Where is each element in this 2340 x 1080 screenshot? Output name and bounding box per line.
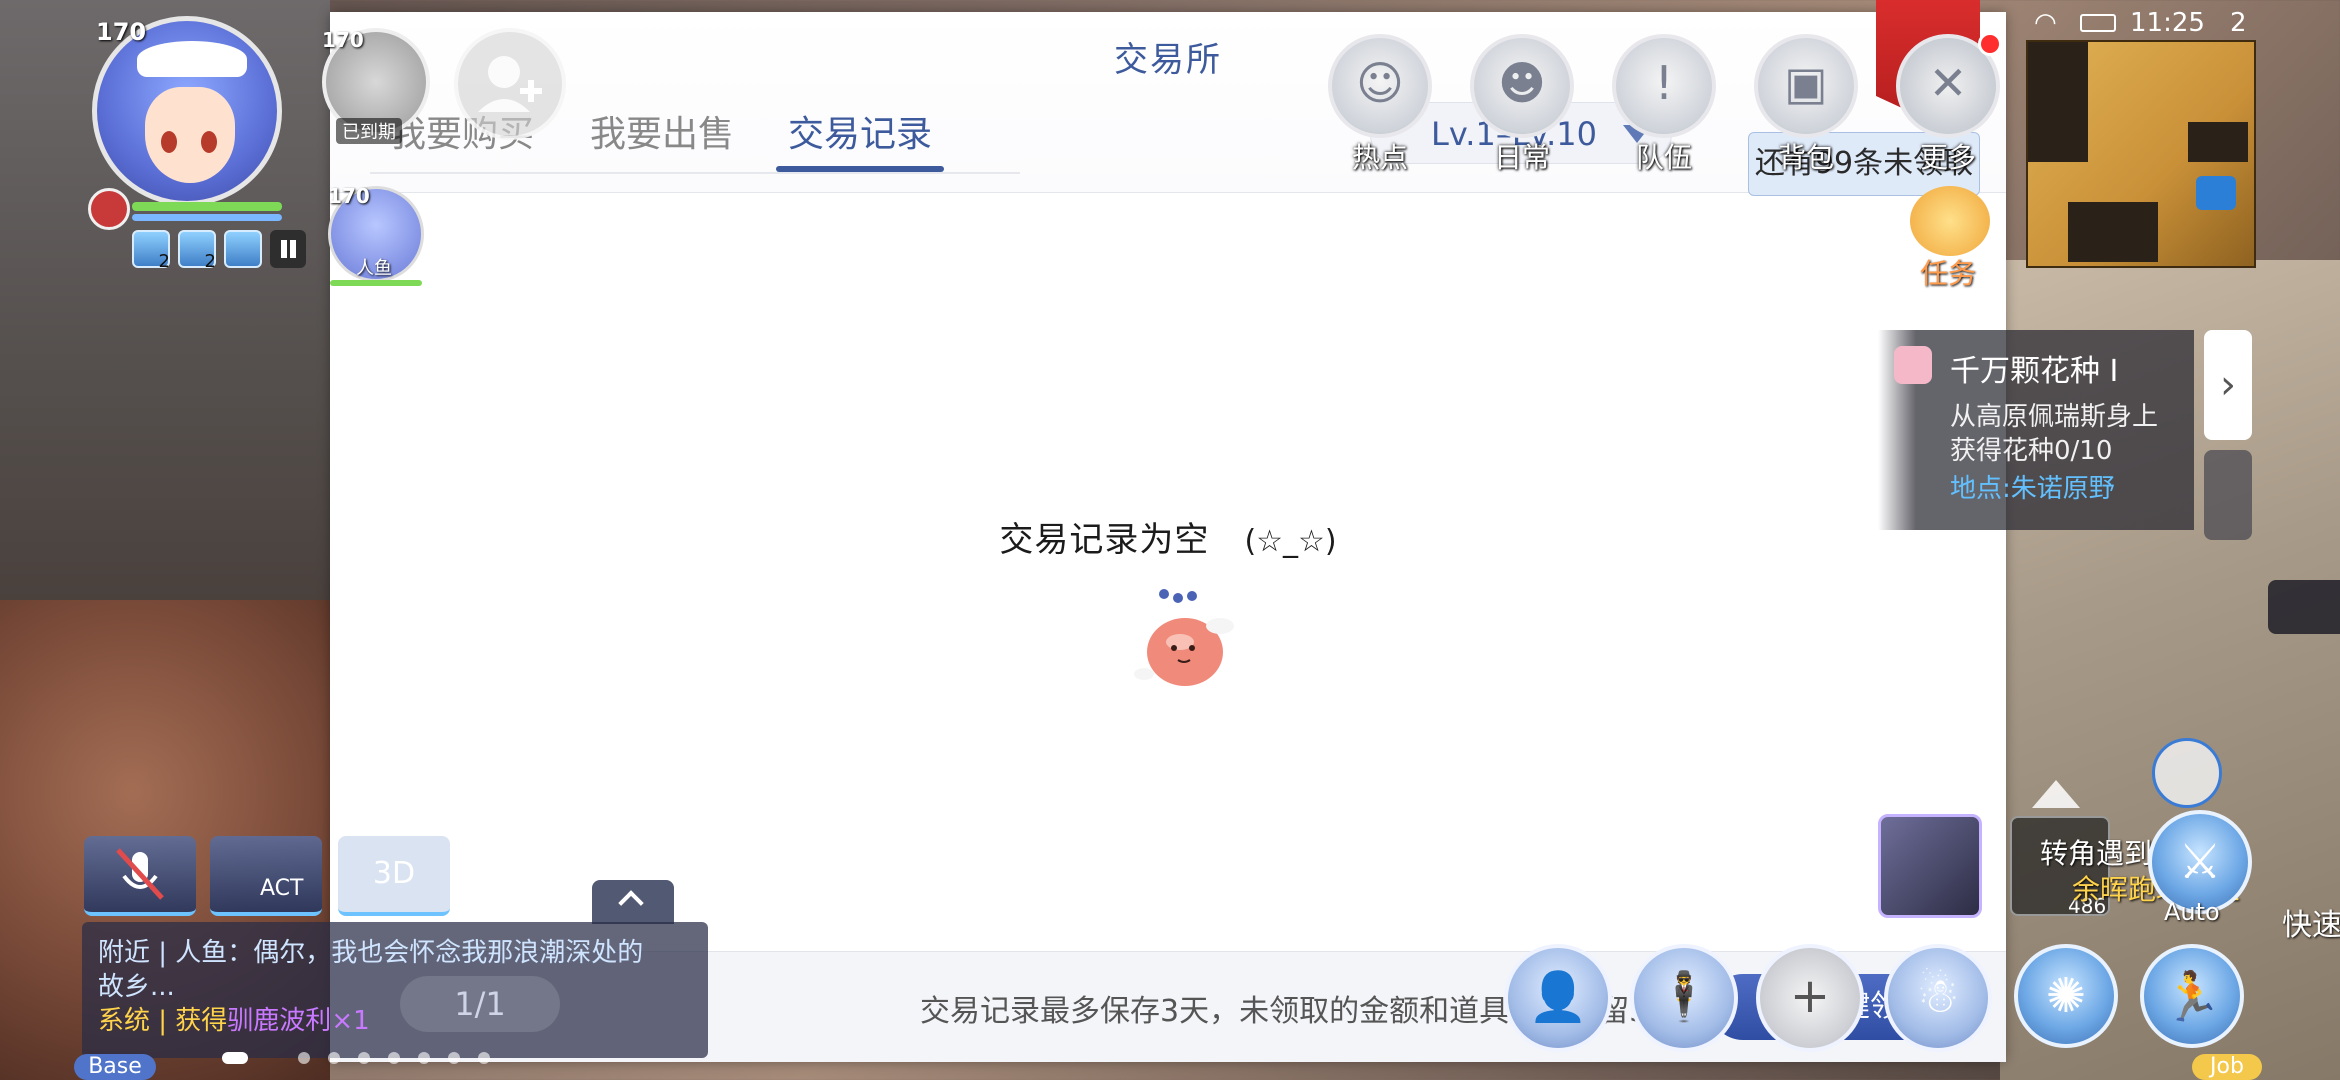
hotspot-label: 热点 [1351, 141, 1408, 174]
team-button[interactable]: ! [1612, 34, 1716, 138]
pose-button[interactable]: 🕴 [1630, 944, 1738, 1052]
player-level: 170 [96, 18, 147, 46]
avatar-eye [201, 131, 217, 153]
pause-button[interactable] [270, 230, 306, 268]
quest-tracker[interactable]: 千万颗花种 I 从高原佩瑞斯身上 获得花种0/10 地点:朱诺原野 [1878, 330, 2194, 530]
3d-label: 3D [372, 856, 416, 891]
team-icon: ! [1654, 56, 1674, 110]
add-user-icon [478, 56, 542, 112]
emote-button[interactable]: ☃ [1884, 944, 1992, 1052]
job-label: Job [2192, 1054, 2262, 1080]
skill-icon: ✺ [2045, 968, 2087, 1024]
act-label: ACT [260, 876, 304, 901]
daily-icon: ☻ [1498, 56, 1546, 110]
quest-title: 千万颗花种 I [1950, 354, 2119, 389]
3d-toggle-button[interactable]: 3D [338, 836, 450, 916]
tab-divider [370, 172, 1020, 174]
character-button[interactable]: 👤 [1504, 944, 1612, 1052]
base-label: Base [74, 1054, 156, 1080]
more-label: 更多 [1919, 141, 1976, 174]
system-message: 系统 | 获得驯鹿波利×1 [98, 1006, 370, 1036]
notification-dot [1978, 32, 2002, 56]
wifi-icon: ◠ [2034, 8, 2057, 38]
side-tab[interactable] [2268, 580, 2340, 634]
skill-button[interactable]: 🏃 [2140, 944, 2244, 1048]
character-icon: 👤 [1528, 969, 1588, 1025]
chat-message: 故乡... [98, 972, 175, 1002]
chevron-right-icon[interactable]: › [2204, 330, 2252, 440]
backpack-label: 背包 [1777, 141, 1834, 174]
list-icon[interactable] [2204, 450, 2252, 540]
target-lock-icon[interactable] [2152, 738, 2222, 808]
swords-icon: ⚔ [2178, 834, 2222, 890]
empty-state: 交易记录为空 (☆_☆) [330, 512, 2006, 561]
buff-icon[interactable] [224, 230, 262, 268]
notification-count: 2 [2230, 8, 2247, 38]
quest-objective: 从高原佩瑞斯身上 [1950, 402, 2159, 432]
mp-bar [132, 214, 282, 221]
companion-level: 170 [328, 184, 370, 208]
tab-sell[interactable]: 我要出售 [590, 100, 734, 170]
hotspot-icon: ☺ [1356, 56, 1404, 110]
pose-icon: 🕴 [1654, 969, 1714, 1025]
chat-message: 附近 | 人鱼：偶尔，我也会怀念我那浪潮深处的 [98, 938, 644, 968]
battery-icon [2080, 14, 2116, 32]
minimap[interactable] [2026, 40, 2256, 268]
add-button[interactable]: + [1756, 944, 1864, 1052]
empty-text: 交易记录为空 [999, 520, 1210, 560]
mic-mute-button[interactable] [84, 836, 196, 916]
clock: 11:25 [2130, 8, 2205, 38]
empty-emoticon: (☆_☆) [1244, 524, 1337, 559]
more-icon: ✕ [1928, 56, 1968, 110]
companion-name: 人鱼 [356, 258, 392, 279]
backpack-icon: ▣ [1784, 56, 1828, 110]
pet-level: 170 [322, 28, 364, 52]
quest-location: 地点:朱诺原野 [1950, 474, 2115, 504]
companion-hp-bar [330, 280, 422, 286]
pager[interactable]: 1/1 [400, 976, 560, 1032]
buff-icon[interactable]: 2 [178, 230, 216, 272]
skill-button[interactable]: ✺ [2014, 944, 2118, 1048]
chat-collapse-button[interactable] [592, 880, 674, 924]
poring-mascot-icon [1134, 589, 1234, 686]
avatar-eye [161, 131, 177, 153]
mic-off-icon [116, 848, 164, 900]
status-bar: ◠ 11:25 2 [2030, 8, 2270, 42]
boss-portrait[interactable] [1878, 814, 1982, 918]
hp-bar [132, 202, 282, 211]
task-label: 任务 [1920, 257, 1977, 290]
quick-wash-label: 快速洗 [2282, 908, 2340, 943]
plus-icon: + [1789, 968, 1831, 1024]
buff-icon[interactable]: 2 [132, 230, 170, 272]
daily-button[interactable]: ☻ [1470, 34, 1574, 138]
emote-icon: ☃ [1916, 968, 1960, 1024]
task-icon[interactable] [1910, 186, 1990, 256]
hotspot-button[interactable]: ☺ [1328, 34, 1432, 138]
add-companion-button[interactable] [454, 28, 566, 140]
quest-progress: 获得花种0/10 [1950, 436, 2113, 466]
auto-label: Auto [2164, 898, 2220, 926]
maid-cap [137, 41, 247, 77]
pet-status: 已到期 [336, 118, 402, 144]
running-icon: 🏃 [2162, 969, 2222, 1025]
chevron-up-icon[interactable] [2032, 780, 2080, 808]
team-label: 队伍 [1635, 141, 1692, 174]
daily-label: 日常 [1493, 141, 1550, 174]
avatar-face [145, 87, 235, 183]
chat-panel[interactable]: 附近 | 人鱼：偶尔，我也会怀念我那浪潮深处的 故乡... 系统 | 获得驯鹿波… [82, 922, 708, 1058]
act-button[interactable]: ACT [210, 836, 322, 916]
tab-trade-history[interactable]: 交易记录 [775, 100, 945, 172]
camera-icon[interactable] [2196, 176, 2236, 210]
gift-icon [1894, 346, 1932, 384]
guild-emblem-icon[interactable] [88, 188, 130, 230]
backpack-button[interactable]: ▣ [1754, 34, 1858, 138]
